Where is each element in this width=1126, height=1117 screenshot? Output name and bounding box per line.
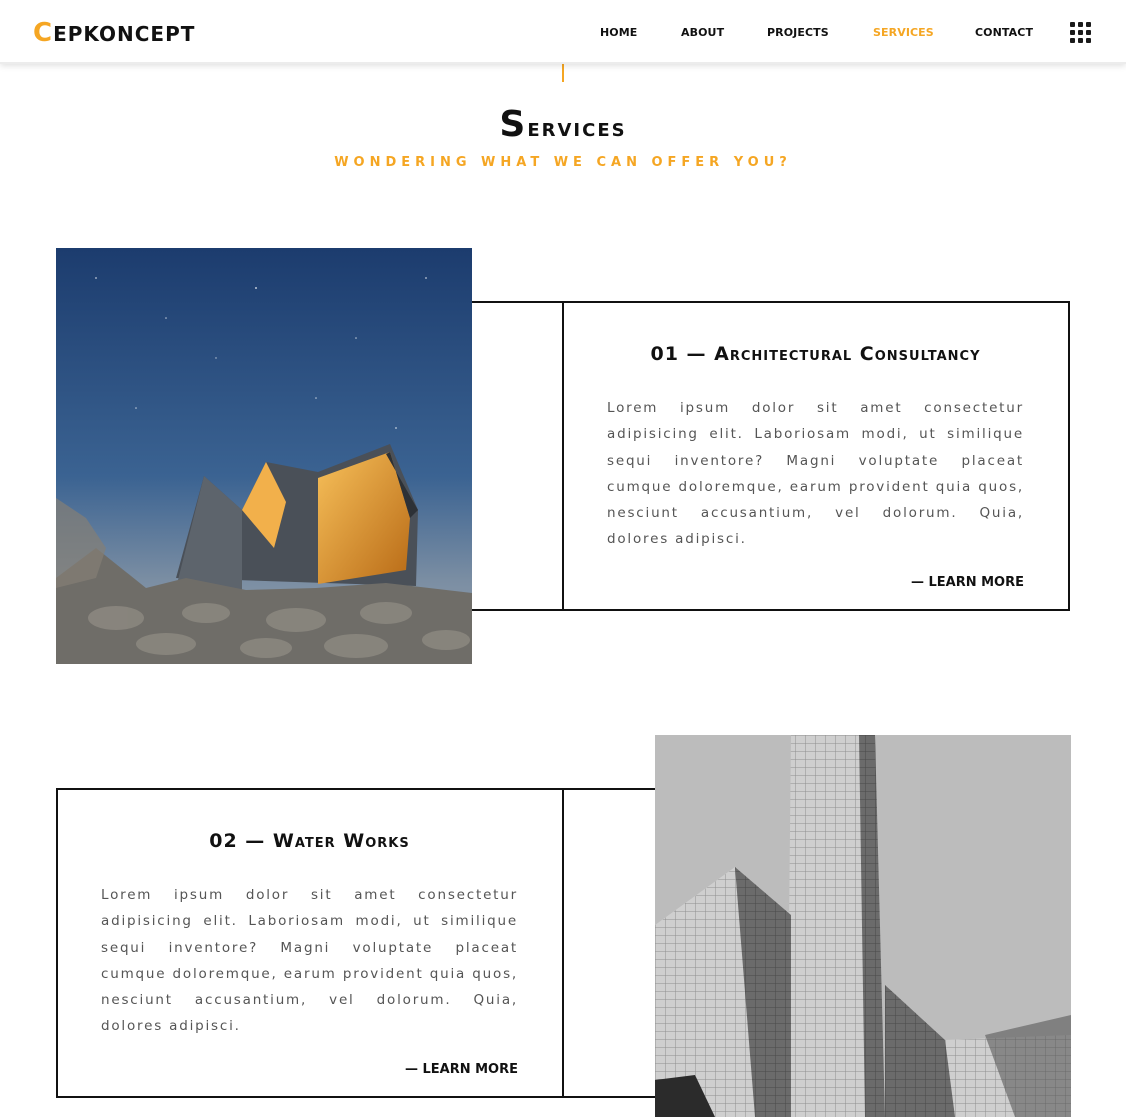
learn-more-link[interactable]: — LEARN MORE	[101, 1062, 518, 1077]
learn-more-link[interactable]: — LEARN MORE	[607, 575, 1024, 590]
section-accent-line	[562, 64, 564, 82]
service-title: 01 — Architectural Consultancy	[650, 343, 981, 365]
nav-contact[interactable]: CONTACT	[975, 26, 1033, 39]
card-divider	[562, 301, 564, 611]
night-cabin-photo	[56, 248, 472, 664]
service-card-1: 01 — Architectural Consultancy Lorem ips…	[607, 343, 1024, 590]
service-card-2: 02 — Water Works Lorem ipsum dolor sit a…	[101, 830, 518, 1077]
card-divider	[562, 788, 564, 1098]
grayscale-building-photo	[655, 735, 1071, 1117]
nav-home[interactable]: HOME	[600, 26, 637, 39]
service-description: Lorem ipsum dolor sit amet consectetur a…	[607, 400, 1024, 548]
main-nav: HOME ABOUT PROJECTS SERVICES CONTACT	[0, 26, 1126, 42]
grid-menu-icon[interactable]	[1070, 22, 1092, 44]
nav-about[interactable]: ABOUT	[681, 26, 724, 39]
service-description: Lorem ipsum dolor sit amet consectetur a…	[101, 887, 518, 1035]
service-title: 02 — Water Works	[209, 830, 410, 852]
nav-projects[interactable]: PROJECTS	[767, 26, 829, 39]
section-title: Services	[499, 104, 627, 145]
section-subtitle: WONDERING WHAT WE CAN OFFER YOU?	[334, 155, 792, 170]
site-header: CEPKONCEPT HOME ABOUT PROJECTS SERVICES …	[0, 0, 1126, 64]
nav-services[interactable]: SERVICES	[873, 26, 934, 39]
